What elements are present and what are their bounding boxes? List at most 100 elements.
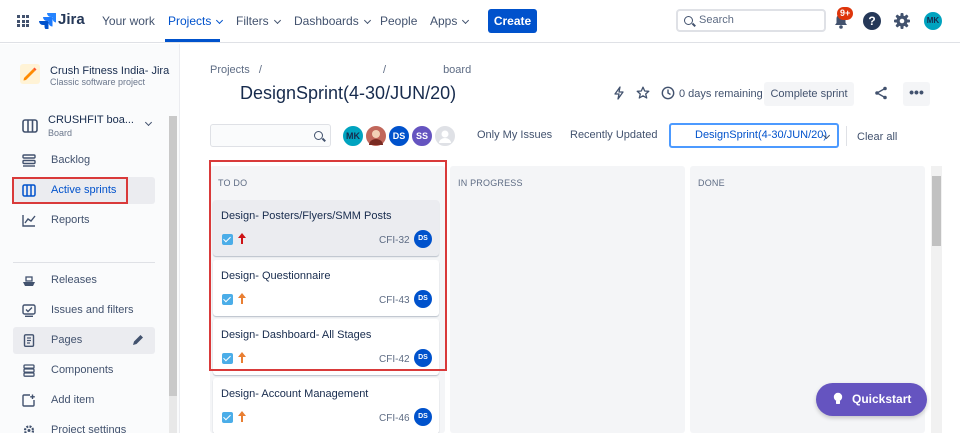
sidebar-item-pages[interactable]: Pages bbox=[13, 327, 155, 354]
quickstart-label: Quickstart bbox=[852, 392, 912, 406]
board-selector[interactable]: CRUSHFIT boa... bbox=[48, 114, 134, 126]
priority-medium-arrow-icon bbox=[238, 293, 246, 304]
complete-sprint-button[interactable]: Complete sprint bbox=[764, 82, 854, 106]
issue-card[interactable]: Design- Posters/Flyers/SMM Posts CFI-32 … bbox=[213, 200, 439, 256]
sidebar-item-add-item[interactable]: Add item bbox=[13, 387, 155, 414]
nav-filters[interactable]: Filters bbox=[236, 0, 281, 42]
nav-projects-label: Projects bbox=[168, 14, 212, 28]
nav-apps-label: Apps bbox=[430, 14, 458, 28]
nav-dashboards[interactable]: Dashboards bbox=[294, 0, 371, 42]
assignee-avatar[interactable]: DS bbox=[414, 290, 432, 308]
board-selector-sub: Board bbox=[48, 128, 73, 138]
sprint-selector-value: DesignSprint(4-30/JUN/20) bbox=[695, 129, 828, 141]
assignee-avatar[interactable]: DS bbox=[414, 408, 432, 426]
sidebar-item-reports[interactable]: Reports bbox=[13, 207, 155, 234]
avatar-filter-photo[interactable] bbox=[364, 124, 388, 148]
breadcrumb-board[interactable]: board bbox=[443, 64, 471, 76]
sprint-selector-dropdown[interactable]: DesignSprint(4-30/JUN/20) bbox=[669, 123, 839, 148]
sidebar-item-project-settings[interactable]: Project settings bbox=[13, 417, 155, 433]
sidebar-item-components[interactable]: Components bbox=[13, 357, 155, 384]
column-title: DONE bbox=[698, 178, 725, 188]
avatar-filter[interactable]: DS bbox=[387, 124, 411, 148]
avatar-filter[interactable]: MK bbox=[341, 124, 365, 148]
jira-logo-icon[interactable] bbox=[39, 12, 56, 29]
sidebar-item-label: Pages bbox=[51, 334, 83, 346]
avatar-filter[interactable]: SS bbox=[410, 124, 434, 148]
sidebar-item-backlog[interactable]: Backlog bbox=[13, 147, 155, 174]
issue-card[interactable]: Design- Account Management CFI-46 DS bbox=[213, 378, 439, 433]
board-search-input[interactable] bbox=[210, 124, 331, 147]
issue-summary: Design- Posters/Flyers/SMM Posts bbox=[221, 210, 392, 222]
issue-key[interactable]: CFI-43 bbox=[379, 295, 410, 306]
priority-high-arrow-icon bbox=[238, 233, 246, 244]
gear-icon[interactable] bbox=[893, 12, 911, 30]
search-input[interactable]: Search bbox=[676, 9, 826, 32]
assignee-avatar[interactable]: DS bbox=[414, 230, 432, 248]
quickstart-button[interactable]: Quickstart bbox=[816, 383, 927, 416]
share-icon[interactable] bbox=[874, 86, 888, 100]
sidebar-scrollbar-thumb[interactable] bbox=[169, 116, 177, 396]
star-icon[interactable] bbox=[636, 86, 650, 100]
issue-card[interactable]: Design- Dashboard- All Stages CFI-42 DS bbox=[213, 319, 439, 375]
jira-logo-text[interactable]: Jira bbox=[58, 11, 85, 28]
sidebar-item-label: Releases bbox=[51, 274, 97, 286]
chevron-down-icon bbox=[363, 16, 371, 25]
issue-key[interactable]: CFI-32 bbox=[379, 235, 410, 246]
nav-your-work[interactable]: Your work bbox=[102, 0, 155, 42]
chevron-down-icon[interactable] bbox=[144, 118, 153, 127]
more-actions-button[interactable]: ••• bbox=[903, 82, 930, 106]
help-icon[interactable]: ? bbox=[863, 12, 881, 30]
reports-chart-icon bbox=[22, 215, 36, 227]
user-placeholder-icon bbox=[439, 130, 451, 143]
project-sidebar: Crush Fitness India- Jira Classic softwa… bbox=[0, 44, 180, 433]
priority-medium-arrow-icon bbox=[238, 352, 246, 363]
chevron-down-icon bbox=[462, 16, 470, 25]
search-icon bbox=[314, 131, 323, 140]
breadcrumb-separator: / bbox=[258, 64, 262, 76]
chevron-down-icon bbox=[273, 16, 281, 25]
task-type-icon bbox=[222, 294, 233, 305]
column-title: IN PROGRESS bbox=[458, 178, 523, 188]
task-type-icon bbox=[222, 353, 233, 364]
sidebar-item-active-sprints[interactable]: Active sprints bbox=[13, 177, 155, 204]
board-column-in-progress: IN PROGRESS bbox=[450, 166, 685, 433]
add-item-icon bbox=[22, 394, 35, 407]
issue-key[interactable]: CFI-42 bbox=[379, 354, 410, 365]
priority-medium-arrow-icon bbox=[238, 411, 246, 422]
task-type-icon bbox=[222, 412, 233, 423]
search-placeholder: Search bbox=[699, 14, 734, 26]
issue-summary: Design- Dashboard- All Stages bbox=[221, 329, 372, 341]
sidebar-item-label: Components bbox=[51, 364, 114, 376]
board-scrollbar-thumb[interactable] bbox=[932, 176, 941, 246]
create-button[interactable]: Create bbox=[488, 9, 537, 33]
nav-projects[interactable]: Projects bbox=[168, 0, 224, 42]
issue-card[interactable]: Design- Questionnaire CFI-43 DS bbox=[213, 260, 439, 316]
chevron-down-icon bbox=[216, 16, 224, 25]
sidebar-item-issues-and-filters[interactable]: Issues and filters bbox=[13, 297, 155, 324]
task-type-icon bbox=[222, 234, 233, 245]
filter-divider bbox=[846, 126, 847, 146]
notifications-badge: 9+ bbox=[837, 7, 854, 20]
search-icon bbox=[684, 16, 693, 25]
breadcrumb: Projects / / board bbox=[210, 64, 471, 76]
edit-pencil-icon[interactable] bbox=[131, 333, 145, 347]
automation-lightning-icon[interactable] bbox=[612, 86, 626, 100]
filter-only-my-issues[interactable]: Only My Issues bbox=[477, 129, 552, 141]
days-remaining: 0 days remaining bbox=[679, 88, 763, 100]
avatar-filter-unassigned[interactable] bbox=[433, 124, 457, 148]
user-avatar[interactable]: MK bbox=[924, 12, 942, 30]
issue-key[interactable]: CFI-46 bbox=[379, 413, 410, 424]
sidebar-divider bbox=[13, 262, 155, 263]
sidebar-item-releases[interactable]: Releases bbox=[13, 267, 155, 294]
filter-recently-updated[interactable]: Recently Updated bbox=[570, 129, 657, 141]
nav-people[interactable]: People bbox=[380, 0, 417, 42]
issue-summary: Design- Questionnaire bbox=[221, 270, 331, 282]
settings-gear-icon bbox=[23, 425, 35, 433]
assignee-avatar[interactable]: DS bbox=[414, 349, 432, 367]
breadcrumb-projects[interactable]: Projects bbox=[210, 64, 250, 76]
app-switcher-icon[interactable] bbox=[17, 15, 29, 27]
sidebar-item-label: Issues and filters bbox=[51, 304, 134, 316]
nav-apps[interactable]: Apps bbox=[430, 0, 470, 42]
project-name[interactable]: Crush Fitness India- Jira bbox=[50, 65, 169, 77]
clear-all-filters[interactable]: Clear all bbox=[857, 131, 897, 143]
